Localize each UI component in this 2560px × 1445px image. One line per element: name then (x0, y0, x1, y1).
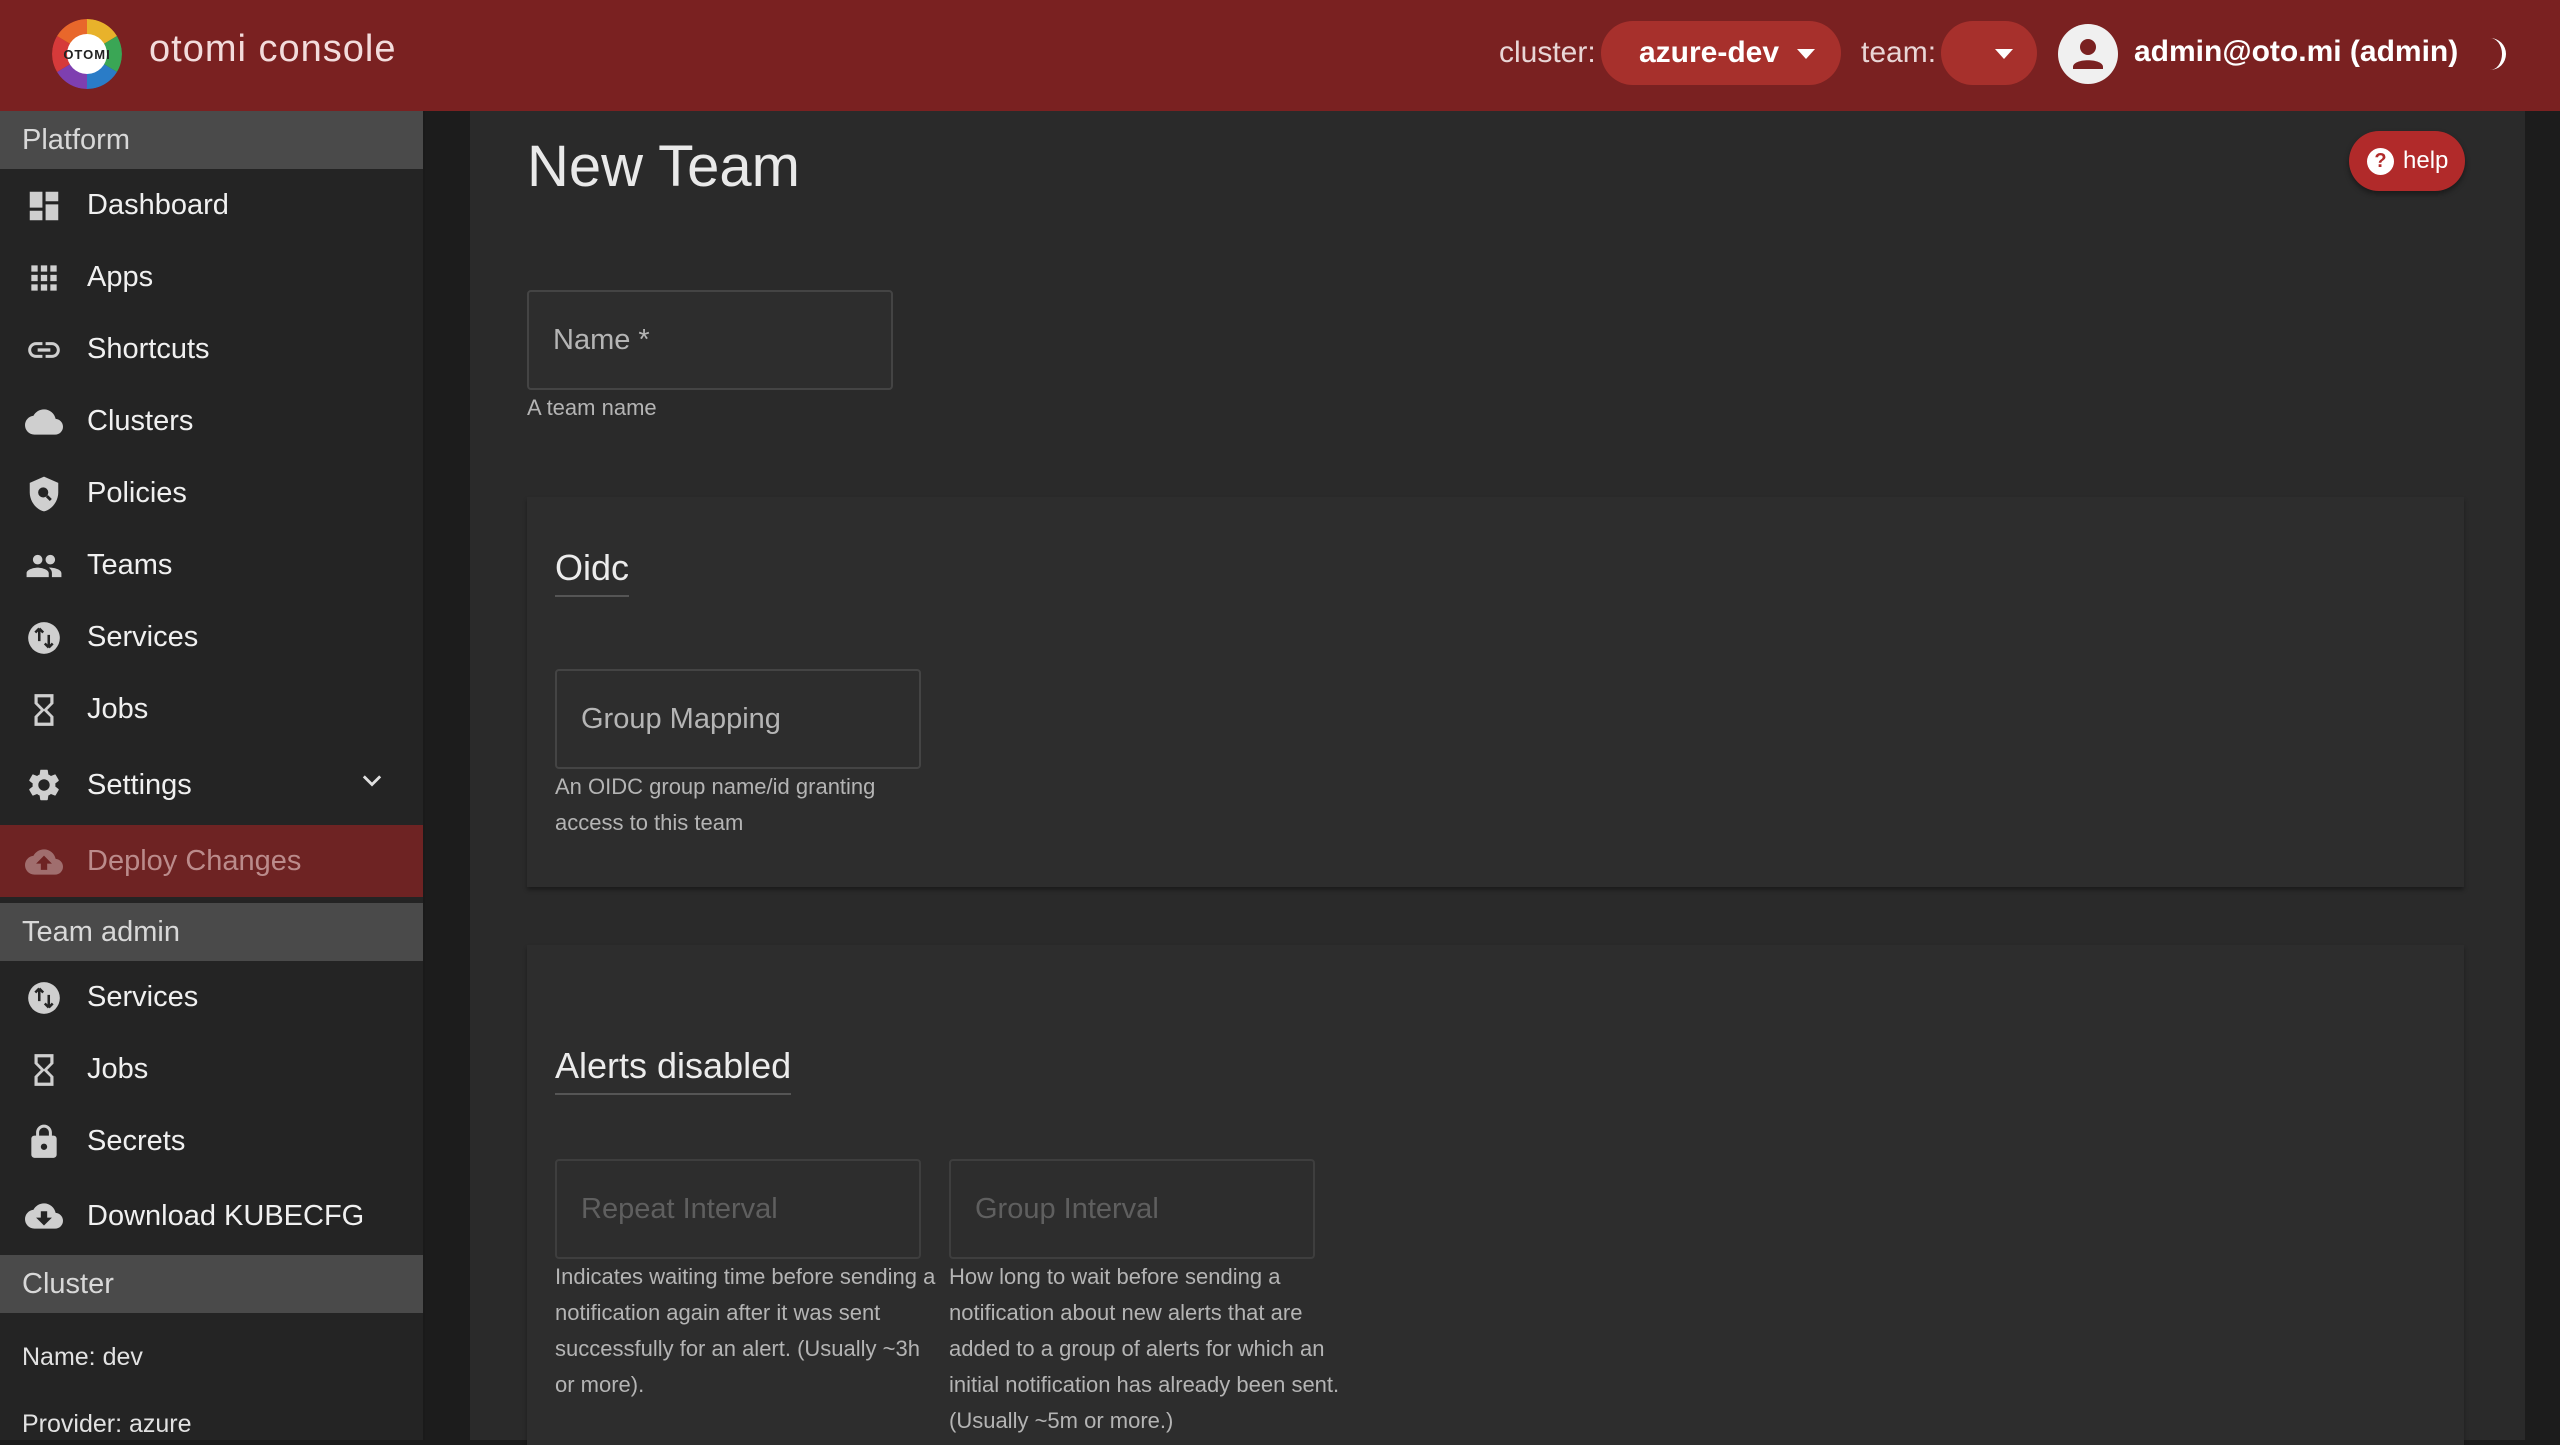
sidebar-item-shortcuts[interactable]: Shortcuts (0, 313, 423, 385)
sidebar-item-label: Shortcuts (87, 332, 210, 365)
cloud-download-icon (25, 1203, 63, 1229)
group-interval-helper: How long to wait before sending a notifi… (949, 1264, 1340, 1433)
cloud-upload-icon (25, 849, 63, 875)
sidebar-item-jobs[interactable]: Jobs (0, 673, 423, 745)
repeat-interval-label: Repeat Interval (581, 1192, 778, 1225)
chevron-down-icon[interactable] (358, 767, 386, 795)
sidebar-item-label: Jobs (87, 1052, 149, 1085)
sidebar-item-label: Download KUBECFG (87, 1199, 365, 1232)
sidebar-item-label: Policies (87, 476, 187, 509)
sidebar: Platform Dashboard Apps Shortcuts Cluste… (0, 111, 425, 1440)
sidebar-section-team-admin: Team admin (0, 903, 423, 961)
link-icon (28, 342, 60, 358)
sidebar-item-apps[interactable]: Apps (0, 241, 423, 313)
sidebar-item-team-services[interactable]: Services (0, 961, 423, 1033)
main-content: New Team ? help Name * A team name Oidc … (470, 111, 2525, 1445)
sidebar-item-label: Dashboard (87, 188, 229, 221)
sidebar-item-team-jobs[interactable]: Jobs (0, 1033, 423, 1105)
oidc-title: Oidc (555, 547, 630, 597)
team-label: team: (1861, 36, 1937, 69)
name-field-helper: A team name (527, 395, 657, 420)
sidebar-item-label: Services (87, 620, 199, 653)
alerts-card: Alerts disabled Repeat Interval Indicate… (527, 945, 2464, 1445)
cluster-name: Name: dev (22, 1343, 143, 1371)
sidebar-item-settings[interactable]: Settings (0, 745, 423, 825)
group-interval-label: Group Interval (975, 1192, 1159, 1225)
group-mapping-label: Group Mapping (581, 702, 781, 735)
sidebar-item-label: Apps (87, 260, 154, 293)
sidebar-item-secrets[interactable]: Secrets (0, 1105, 423, 1177)
dashboard-icon (29, 191, 59, 221)
swap-circle-icon (28, 622, 60, 654)
shield-search-icon (29, 476, 59, 512)
caret-down-icon (1995, 49, 2013, 59)
swap-circle-icon (28, 982, 60, 1014)
sidebar-item-dashboard[interactable]: Dashboard (0, 169, 423, 241)
people-icon (26, 554, 62, 578)
cluster-select-value: azure-dev (1639, 36, 1780, 69)
sidebar-section-cluster: Cluster (0, 1255, 423, 1313)
hourglass-icon (34, 694, 54, 726)
team-select[interactable] (1941, 21, 2037, 85)
sidebar-item-label: Teams (87, 548, 173, 581)
dark-mode-toggle-icon[interactable] (2474, 34, 2514, 74)
sidebar-item-teams[interactable]: Teams (0, 529, 423, 601)
group-interval-field[interactable]: Group Interval (949, 1159, 1315, 1259)
sidebar-item-services[interactable]: Services (0, 601, 423, 673)
oidc-card: Oidc Group Mapping An OIDC group name/id… (527, 497, 2464, 887)
deploy-changes-button[interactable]: Deploy Changes (0, 825, 423, 897)
lock-icon (31, 1124, 57, 1158)
sidebar-item-label: Settings (87, 768, 192, 801)
sidebar-item-label: Deploy Changes (87, 844, 302, 877)
help-button[interactable]: ? help (2349, 131, 2465, 191)
gear-icon (29, 769, 59, 801)
apps-grid-icon (31, 265, 57, 291)
name-field-label: Name * (553, 323, 650, 356)
cloud-icon (25, 409, 63, 435)
sidebar-section-platform: Platform (0, 111, 423, 169)
cluster-label: cluster: (1499, 36, 1596, 69)
cluster-select[interactable]: azure-dev (1601, 21, 1841, 85)
page-title: New Team (527, 134, 800, 199)
name-field[interactable]: Name * (527, 290, 893, 390)
sidebar-item-download-kubecfg[interactable]: Download KUBECFG (0, 1177, 423, 1255)
sidebar-item-label: Secrets (87, 1124, 186, 1157)
user-name[interactable]: admin@oto.mi (admin) (2134, 35, 2458, 69)
top-app-bar: OTOMI otomi console cluster: azure-dev t… (0, 0, 2560, 111)
cluster-provider: Provider: azure (22, 1410, 192, 1438)
sidebar-item-policies[interactable]: Policies (0, 457, 423, 529)
caret-down-icon (1797, 49, 1815, 59)
sidebar-item-label: Clusters (87, 404, 194, 437)
repeat-interval-field[interactable]: Repeat Interval (555, 1159, 921, 1259)
group-mapping-helper: An OIDC group name/id granting access to… (555, 774, 876, 835)
repeat-interval-helper: Indicates waiting time before sending a … (555, 1264, 936, 1397)
group-mapping-field[interactable]: Group Mapping (555, 669, 921, 769)
otomi-logo[interactable]: OTOMI (52, 19, 122, 89)
account-icon[interactable] (2058, 24, 2118, 84)
sidebar-item-label: Services (87, 980, 199, 1013)
alerts-title: Alerts disabled (555, 1045, 792, 1095)
help-icon: ? (2367, 147, 2394, 175)
app-title: otomi console (149, 28, 397, 70)
logo-text: OTOMI (63, 46, 111, 62)
hourglass-icon (34, 1054, 54, 1086)
sidebar-item-clusters[interactable]: Clusters (0, 385, 423, 457)
sidebar-item-label: Jobs (87, 692, 149, 725)
help-label: help (2403, 147, 2449, 174)
